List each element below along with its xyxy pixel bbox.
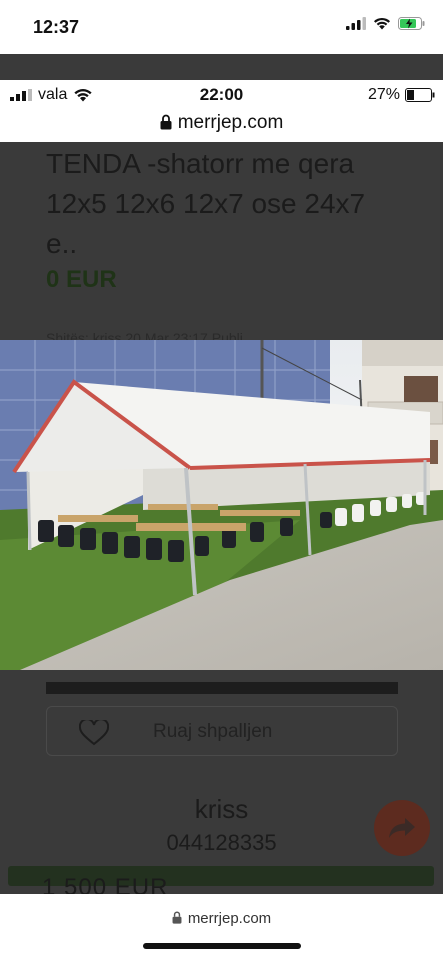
save-listing-label: Ruaj shpalljen (153, 721, 273, 742)
inner-url-bar[interactable]: merrjep.com (0, 112, 443, 142)
divider-bar (46, 682, 398, 694)
outer-status-icons (346, 17, 425, 30)
bottom-browser-bar: merrjep.com (0, 894, 443, 960)
inner-domain: merrjep.com (177, 112, 284, 133)
related-listing-price: 1 500 EUR (42, 874, 169, 894)
battery-charging-icon (398, 17, 425, 30)
signal-icon (346, 17, 366, 30)
bottom-domain: merrjep.com (187, 910, 272, 927)
heart-icon (79, 720, 109, 746)
battery-percent: 27% (367, 86, 400, 103)
listing-title: TENDA -shatorr me qera 12x5 12x6 12x7 os… (46, 148, 366, 259)
home-indicator[interactable] (143, 943, 301, 949)
inner-status-bar: vala 22:00 27% (0, 80, 443, 112)
tent-photo-image (0, 340, 443, 670)
outer-time: 12:37 (33, 17, 80, 37)
listing-photo[interactable] (0, 340, 443, 670)
share-arrow-icon (389, 818, 415, 838)
lock-icon (160, 114, 172, 130)
battery-icon (405, 88, 435, 102)
inner-battery: 27% (368, 86, 435, 104)
bottom-url[interactable]: merrjep.com (0, 910, 443, 927)
share-button[interactable] (374, 800, 430, 856)
listing-screenshot: vala 22:00 27% merrjep.com TENDA -shator… (0, 54, 443, 894)
save-listing-button[interactable]: Ruaj shpalljen (46, 706, 398, 756)
outer-status-bar: 12:37 (0, 0, 443, 54)
lock-icon (172, 911, 182, 924)
listing-price: 0 EUR (46, 266, 117, 293)
wifi-icon (374, 17, 390, 30)
